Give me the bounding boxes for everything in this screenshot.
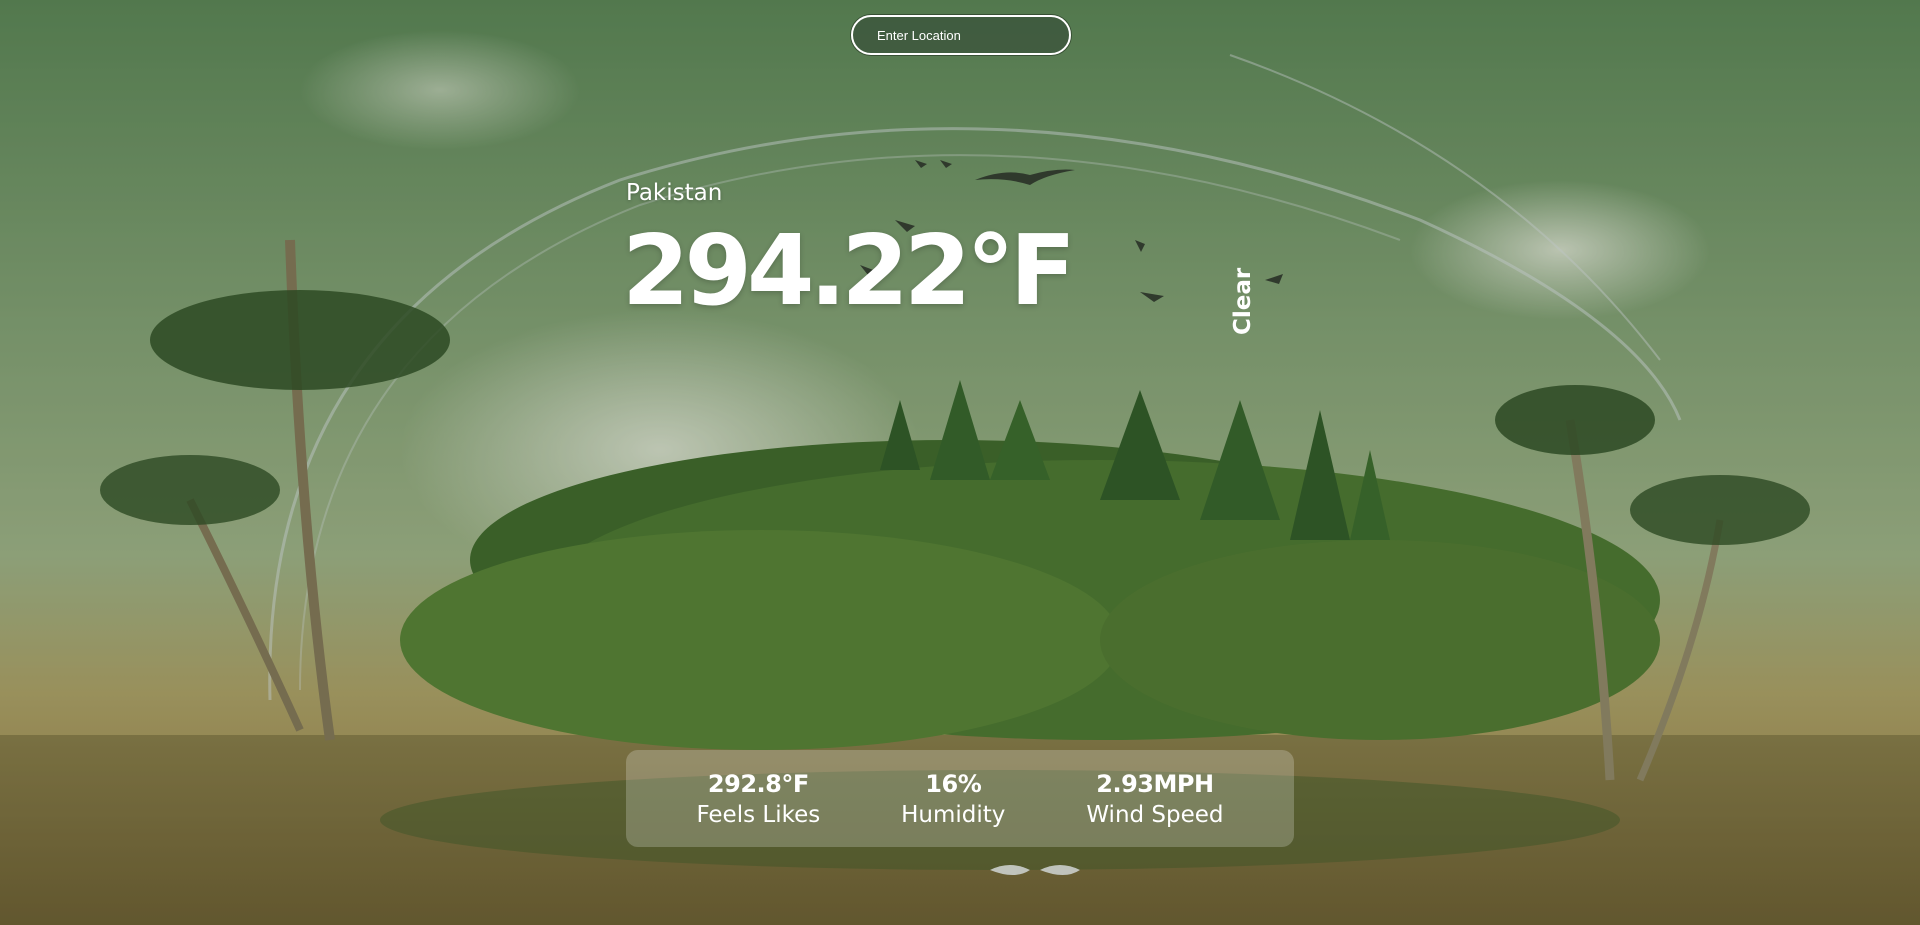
feels-like-stat: 292.8°F Feels Likes bbox=[696, 770, 820, 828]
humidity-stat: 16% Humidity bbox=[901, 770, 1005, 828]
weather-stats-panel: 292.8°F Feels Likes 16% Humidity 2.93MPH… bbox=[626, 750, 1294, 847]
wind-speed-value: 2.93MPH bbox=[1096, 769, 1214, 798]
humidity-label: Humidity bbox=[901, 801, 1006, 828]
feels-like-value: 292.8°F bbox=[707, 769, 809, 798]
wind-speed-stat: 2.93MPH Wind Speed bbox=[1086, 770, 1223, 828]
weather-condition: Clear bbox=[1230, 267, 1256, 335]
location-search-input[interactable] bbox=[851, 15, 1071, 55]
feels-like-label: Feels Likes bbox=[696, 801, 821, 828]
temperature-value: 294.22°F bbox=[622, 214, 1076, 327]
location-name: Pakistan bbox=[626, 180, 723, 206]
humidity-value: 16% bbox=[925, 769, 982, 798]
search-bar bbox=[851, 15, 1071, 55]
wind-speed-label: Wind Speed bbox=[1086, 801, 1224, 828]
